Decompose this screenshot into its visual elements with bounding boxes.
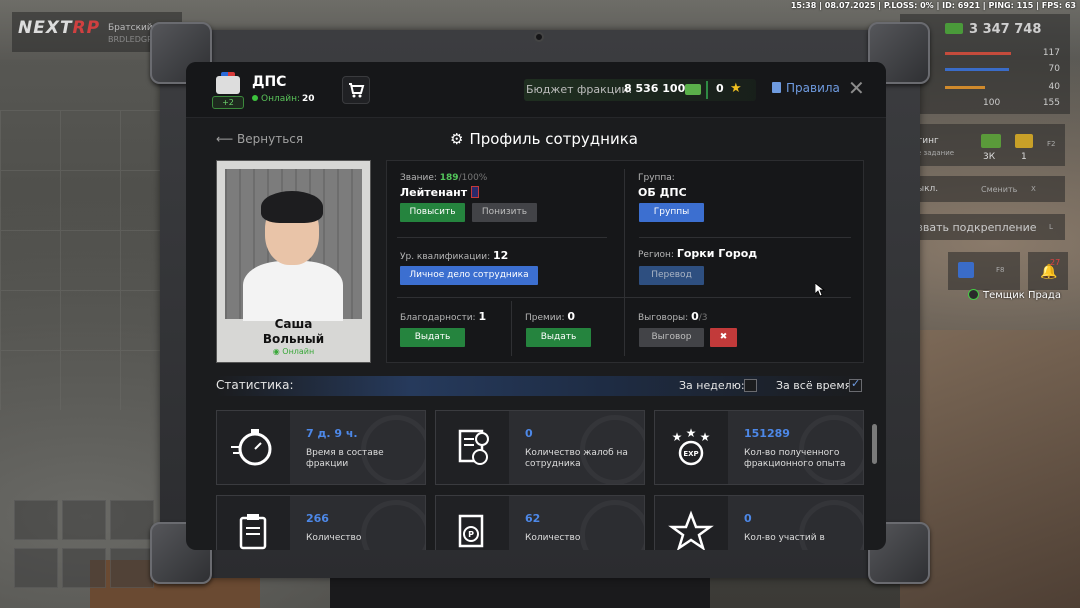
ammo-stat: 100 155: [983, 98, 1060, 108]
user-remove-icon: ✖: [719, 332, 728, 342]
police-car-icon: +2: [212, 72, 244, 110]
employee-name: Саша Вольный: [262, 317, 325, 346]
stat-card-participation: 0 Кол-во участий в: [654, 495, 864, 550]
group-name: ОБ ДПС: [638, 186, 687, 199]
shop-cart-button[interactable]: [342, 76, 370, 104]
stopwatch-icon: [231, 429, 272, 466]
groups-button[interactable]: Группы: [639, 203, 704, 222]
performance-info: 15:38 | 08.07.2025 | P.LOSS: 0% | ID: 69…: [790, 1, 1076, 10]
star-icon: [668, 510, 714, 550]
stats-title: Статистика:: [216, 378, 294, 392]
stat-card-time: 7 д. 9 ч. Время в составе фракции: [216, 410, 426, 485]
inventory-slot: [14, 500, 58, 540]
notifications-panel: 🔔 27: [1028, 252, 1068, 290]
all-time-filter-checkbox[interactable]: [849, 377, 862, 392]
stats-header-bar: [216, 376, 864, 396]
star-icon: ★: [730, 81, 742, 96]
close-button[interactable]: ✕: [848, 76, 865, 100]
game-logo: NEXTRP: [18, 18, 101, 38]
employee-photo-card: Саша Вольный ◉ Онлайн: [216, 160, 371, 363]
cash-icon: [945, 23, 963, 34]
tablet-camera: [534, 32, 544, 42]
inventory-slot: [110, 500, 154, 540]
cash-icon: [685, 84, 701, 95]
faction-tablet-screen: +2 ДПС Онлайн: 20 Бюджет фракции: 8 536 1…: [186, 62, 886, 550]
region-label: Регион: Горки Город: [638, 247, 758, 260]
svg-text:★: ★: [672, 430, 683, 444]
inventory-slot: [110, 548, 154, 588]
stat-card-experience: EXP ★ ★ ★ 151289 Кол-во полученного фрак…: [654, 410, 864, 485]
faction-name: ДПС: [252, 74, 287, 90]
complaint-document-icon: [458, 429, 489, 465]
npc-label: Темщик Прада: [968, 289, 1061, 301]
call-reinforcement-panel: звать подкрепление L: [905, 214, 1065, 240]
calendar-panel: F8: [948, 252, 1020, 290]
svg-text:★: ★: [686, 426, 697, 440]
rank-shoulder-icon: [470, 186, 479, 198]
warnings-label: Выговоры: 0/3: [638, 310, 708, 323]
rating-panel: тинг е задание 3К 1 F2: [905, 124, 1065, 166]
mouse-cursor-icon: [815, 283, 825, 297]
week-filter-checkbox[interactable]: [744, 379, 757, 392]
demote-button[interactable]: Понизить: [472, 203, 537, 222]
thanks-label: Благодарности: 1: [400, 310, 487, 323]
faction-budget: Бюджет фракции: 8 536 100 0 ★: [524, 79, 756, 101]
svg-text:★: ★: [700, 430, 711, 444]
inventory-slot: [62, 548, 106, 588]
faction-rank-badge: +2: [212, 96, 244, 109]
arrow-left-icon: ⟵: [216, 132, 238, 146]
group-label: Группа:: [638, 173, 675, 183]
faction-online: Онлайн: 20: [252, 94, 315, 104]
rules-link[interactable]: Правила: [772, 81, 840, 95]
stat-card-count-1: 266 Количество: [216, 495, 426, 550]
clipboard-icon: [239, 514, 267, 550]
calendar-icon: [958, 262, 974, 278]
transfer-button[interactable]: Перевод: [639, 266, 704, 285]
bonus-label: Премии: 0: [525, 310, 576, 323]
coin-icon: [1015, 134, 1033, 148]
hunger-stat: 40: [945, 82, 1060, 92]
npc-icon: [968, 289, 979, 300]
remove-warning-button[interactable]: ✖: [710, 328, 737, 347]
all-time-filter-label: За всё время:: [776, 379, 855, 392]
coin-document-icon: P: [458, 514, 484, 548]
personal-file-button[interactable]: Личное дело сотрудника: [400, 266, 538, 285]
week-filter-label: За неделю:: [679, 379, 745, 392]
page-title: ⚙ Профиль сотрудника: [450, 130, 638, 148]
give-thanks-button[interactable]: Выдать: [400, 328, 465, 347]
stats-scrollbar[interactable]: [872, 424, 877, 464]
inventory-slot: [14, 548, 58, 588]
server-name: Братский BRDLEDGR: [108, 23, 153, 44]
rank-label: Звание: 189/100%: [400, 173, 488, 183]
employee-avatar: [243, 261, 343, 321]
mode-switch-panel: ыкл. Сменить X: [905, 176, 1065, 202]
employee-status: ◉ Онлайн: [272, 347, 315, 356]
svg-text:P: P: [468, 530, 474, 539]
armor-stat: 70: [945, 64, 1060, 74]
give-bonus-button[interactable]: Выдать: [526, 328, 591, 347]
employee-info-panel: Звание: 189/100% Лейтенант Повысить Пони…: [386, 160, 864, 363]
exp-stars-icon: EXP ★ ★ ★: [672, 426, 711, 466]
stat-card-complaints: 0 Количество жалоб на сотрудника: [435, 410, 645, 485]
document-icon: [772, 82, 781, 93]
cash-icon: [981, 134, 1001, 148]
inventory-slot: [62, 500, 106, 540]
gear-icon: ⚙: [450, 130, 464, 148]
qualification-label: Ур. квалификации: 12: [400, 249, 509, 262]
promote-button[interactable]: Повысить: [400, 203, 465, 222]
faction-header: +2 ДПС Онлайн: 20 Бюджет фракции: 8 536 1…: [186, 62, 886, 118]
rank-name: Лейтенант: [400, 186, 479, 199]
stat-card-count-2: P 62 Количество: [435, 495, 645, 550]
warning-button[interactable]: Выговор: [639, 328, 704, 347]
health-stat: 117: [945, 48, 1060, 58]
svg-text:EXP: EXP: [683, 450, 698, 458]
player-money: 3 347 748: [945, 22, 1041, 37]
cart-icon: [349, 83, 365, 98]
back-button[interactable]: ⟵ Вернуться: [216, 132, 303, 146]
